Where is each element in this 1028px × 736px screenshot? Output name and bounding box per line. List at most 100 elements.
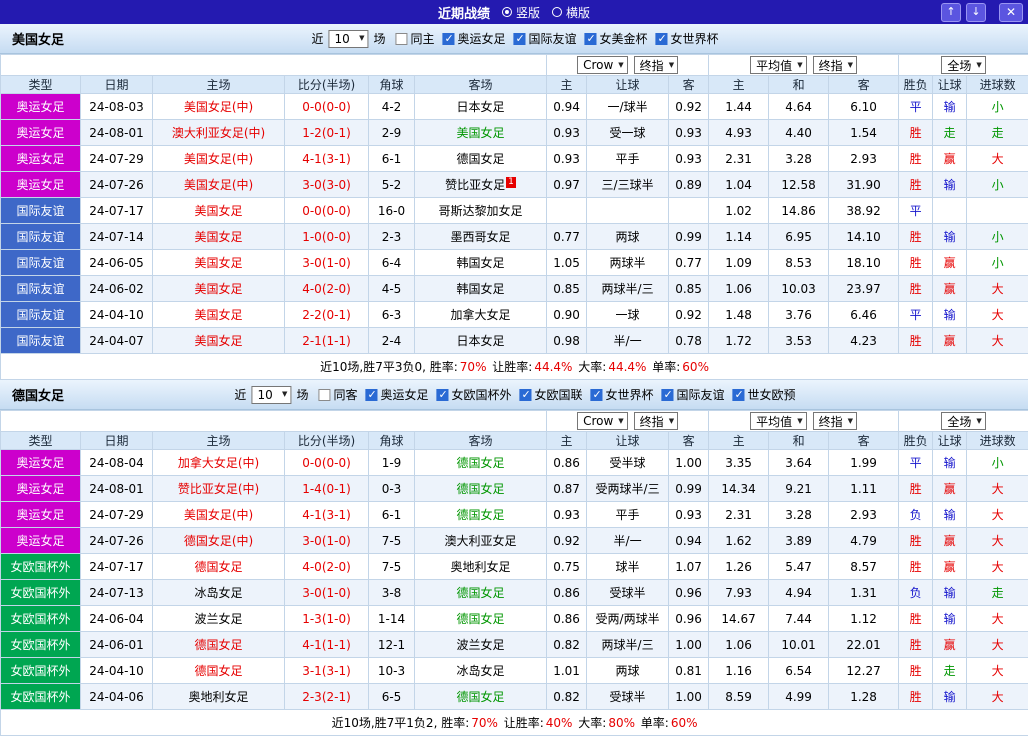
asian-odds-source-select-value: Crow xyxy=(583,414,613,428)
handicap-flag: 输 xyxy=(933,580,967,606)
same-venue-filter[interactable]: 同主 xyxy=(395,30,434,47)
competition-checkbox[interactable] xyxy=(733,389,745,401)
eu-draw-odds: 6.95 xyxy=(769,224,829,250)
competition-label: 世女欧预 xyxy=(748,386,796,403)
eu-home-odds: 3.35 xyxy=(709,450,769,476)
match-type-cell: 奥运女足 xyxy=(1,528,81,554)
match-date: 24-07-29 xyxy=(81,146,153,172)
competition-filter[interactable]: 女欧国联 xyxy=(520,386,583,403)
eu-home-odds: 14.67 xyxy=(709,606,769,632)
eu-draw-odds: 9.21 xyxy=(769,476,829,502)
competition-filter[interactable]: 女世界杯 xyxy=(656,30,719,47)
asian-odds-time-select[interactable]: 终指▼ xyxy=(634,412,678,430)
goals-flag xyxy=(967,198,1028,224)
layout-option-vertical[interactable]: 竖版 xyxy=(502,4,540,21)
score: 4-0(2-0) xyxy=(285,276,369,302)
match-row: 国际友谊24-06-05美国女足3-0(1-0)6-4韩国女足1.05两球半0.… xyxy=(1,250,1028,276)
corner-score: 2-9 xyxy=(369,120,415,146)
summary-segment: 单率: xyxy=(637,716,669,730)
euro-odds-time-select[interactable]: 终指 ▼ xyxy=(813,412,857,430)
column-header: 胜负 xyxy=(899,76,933,94)
away-team-name: 德国女足 xyxy=(457,586,505,600)
result-flag: 胜 xyxy=(899,276,933,302)
match-row: 女欧国杯外24-06-01德国女足4-1(1-1)12-1波兰女足0.82两球半… xyxy=(1,632,1028,658)
competition-checkbox[interactable] xyxy=(591,389,603,401)
eu-away-odds: 1.54 xyxy=(829,120,899,146)
euro-odds-time-select-value: 终指 xyxy=(819,413,843,430)
euro-odds-source-select[interactable]: 平均值▼ xyxy=(750,412,806,430)
competition-filter[interactable]: 女欧国杯外 xyxy=(436,386,511,403)
ah-home-odds: 0.87 xyxy=(547,476,587,502)
competition-checkbox[interactable] xyxy=(442,33,454,45)
competition-filter[interactable]: 奥运女足 xyxy=(442,30,505,47)
column-header: 角球 xyxy=(369,432,415,450)
euro-odds-source-select-value: 平均值 xyxy=(756,413,792,430)
close-icon: ✕ xyxy=(1006,5,1016,19)
asian-odds-source-select[interactable]: Crow▼ xyxy=(577,412,628,430)
away-team-name: 澳大利亚女足 xyxy=(445,534,517,548)
match-date: 24-08-03 xyxy=(81,94,153,120)
competition-checkbox[interactable] xyxy=(656,33,668,45)
ah-handicap-line: 受两/两球半 xyxy=(587,606,669,632)
summary: 近10场,胜7平1负2, 胜率:70% 让胜率:40% 大率:80% 单率:60… xyxy=(1,710,1028,736)
column-header: 进球数 xyxy=(967,432,1028,450)
summary-segment: 60% xyxy=(682,360,709,374)
ah-home-odds: 0.97 xyxy=(547,172,587,198)
competition-checkbox[interactable] xyxy=(514,33,526,45)
corner-score: 10-3 xyxy=(369,658,415,684)
scroll-down-button[interactable]: ↓ xyxy=(966,3,986,22)
asian-odds-source-select[interactable]: Crow▼ xyxy=(577,56,628,74)
corner-score: 6-1 xyxy=(369,146,415,172)
goals-flag: 走 xyxy=(967,120,1028,146)
competition-filter[interactable]: 女世界杯 xyxy=(591,386,654,403)
competition-checkbox[interactable] xyxy=(585,33,597,45)
dropdown-caret-icon: ▼ xyxy=(359,35,364,42)
competition-checkbox[interactable] xyxy=(520,389,532,401)
eu-draw-odds: 14.86 xyxy=(769,198,829,224)
match-date: 24-07-13 xyxy=(81,580,153,606)
competition-filter[interactable]: 女美金杯 xyxy=(585,30,648,47)
corner-score: 0-3 xyxy=(369,476,415,502)
games-count-select[interactable]: 10▼ xyxy=(328,30,368,48)
euro-odds-source-select[interactable]: 平均值▼ xyxy=(750,56,806,74)
euro-odds-selects: 平均值▼ 终指▼ xyxy=(709,55,899,76)
scroll-up-button[interactable]: ↑ xyxy=(941,3,961,22)
same-venue-checkbox[interactable] xyxy=(395,33,407,45)
competition-checkbox[interactable] xyxy=(365,389,377,401)
score: 3-0(1-0) xyxy=(285,250,369,276)
games-count-select[interactable]: 10▼ xyxy=(251,386,291,404)
competition-checkbox[interactable] xyxy=(436,389,448,401)
match-date: 24-06-01 xyxy=(81,632,153,658)
competition-filter[interactable]: 奥运女足 xyxy=(365,386,428,403)
layout-option-horizontal[interactable]: 横版 xyxy=(552,4,590,21)
same-venue-filter[interactable]: 同客 xyxy=(318,386,357,403)
dropdown-caret-icon: ▼ xyxy=(848,418,853,425)
competition-label: 国际友谊 xyxy=(677,386,725,403)
close-button[interactable]: ✕ xyxy=(999,3,1023,22)
competition-filter[interactable]: 国际友谊 xyxy=(514,30,577,47)
eu-home-odds: 1.06 xyxy=(709,276,769,302)
ah-away-odds: 0.85 xyxy=(669,276,709,302)
away-team: 德国女足 xyxy=(415,580,547,606)
scope-select[interactable]: 全场▼ xyxy=(941,56,985,74)
summary-segment: 44.4% xyxy=(608,360,646,374)
competition-checkbox[interactable] xyxy=(662,389,674,401)
eu-home-odds: 7.93 xyxy=(709,580,769,606)
home-team: 美国女足 xyxy=(153,224,285,250)
corner-score: 5-2 xyxy=(369,172,415,198)
scope-select[interactable]: 全场▼ xyxy=(941,412,985,430)
eu-away-odds: 1.11 xyxy=(829,476,899,502)
euro-odds-time-select[interactable]: 终指▼ xyxy=(813,56,857,74)
goals-flag: 走 xyxy=(967,580,1028,606)
score: 3-0(1-0) xyxy=(285,580,369,606)
column-header: 让球 xyxy=(933,76,967,94)
asian-odds-time-select[interactable]: 终指▼ xyxy=(634,56,678,74)
competition-label: 女世界杯 xyxy=(606,386,654,403)
corner-score: 2-3 xyxy=(369,224,415,250)
same-venue-checkbox[interactable] xyxy=(318,389,330,401)
competition-filter[interactable]: 世女欧预 xyxy=(733,386,796,403)
away-team: 澳大利亚女足 xyxy=(415,528,547,554)
window-controls: ↑ ↓ ✕ xyxy=(941,3,1028,22)
match-type-cell: 奥运女足 xyxy=(1,476,81,502)
competition-filter[interactable]: 国际友谊 xyxy=(662,386,725,403)
